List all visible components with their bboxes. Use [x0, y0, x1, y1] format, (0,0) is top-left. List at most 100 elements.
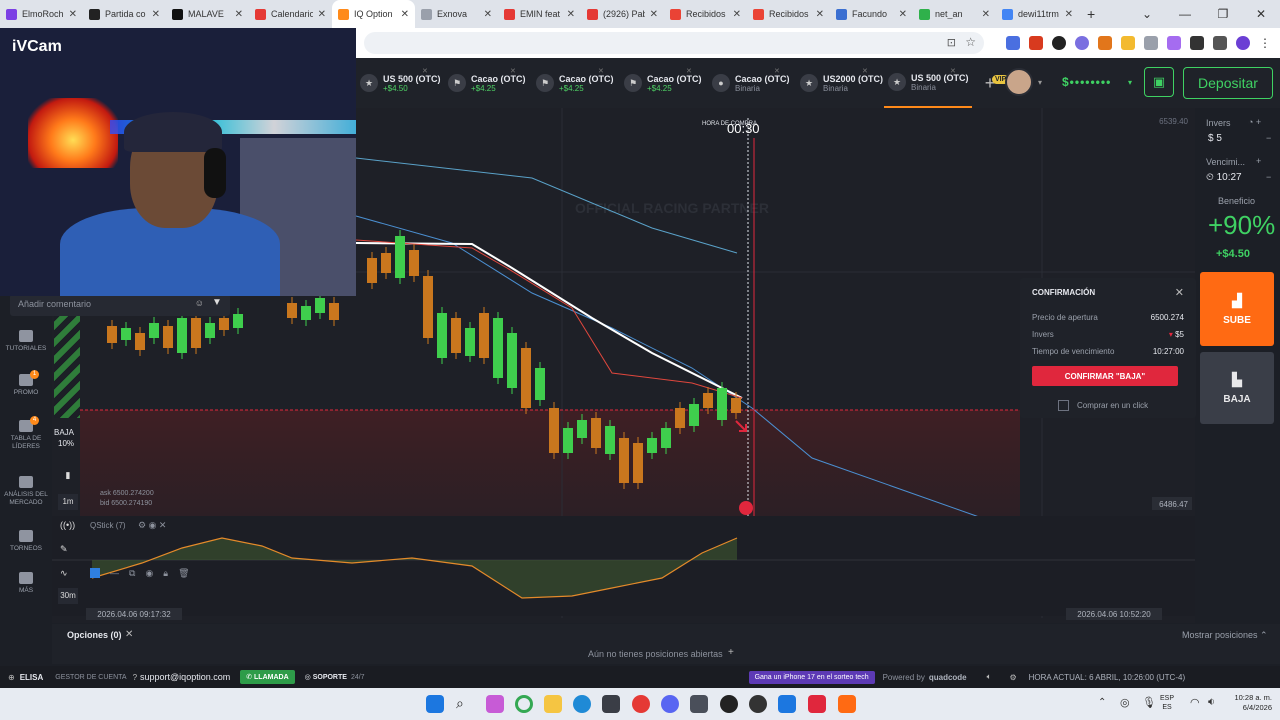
tab-close-icon[interactable]: ✕	[152, 9, 160, 20]
install-app-icon[interactable]: ⊡	[947, 36, 956, 49]
visibility-icon[interactable]: ◉	[145, 568, 153, 579]
microphone-icon[interactable]: 🎙︎	[1142, 696, 1156, 709]
opera-icon[interactable]	[632, 695, 650, 713]
show-positions-button[interactable]: Mostrar posiciones ⌃	[1182, 630, 1268, 641]
lock-icon[interactable]: 🔒︎	[163, 568, 168, 579]
store-icon[interactable]	[602, 695, 620, 713]
browser-tab[interactable]: Partida co ✕	[83, 0, 166, 28]
balance-chevron-down-icon[interactable]: ▾	[1128, 78, 1132, 87]
copilot-icon[interactable]	[486, 695, 504, 713]
tab-close-icon[interactable]: ✕	[816, 9, 824, 20]
asset-tab[interactable]: ★ US 500 (OTC) Binaria ✕	[884, 58, 972, 108]
tray-obs-icon[interactable]: ◎	[1120, 696, 1130, 709]
tab-close-icon[interactable]: ✕	[567, 9, 575, 20]
extension-github-icon[interactable]	[1052, 36, 1066, 50]
promo-banner[interactable]: Gana un iPhone 17 en el sorteo tech	[748, 670, 875, 684]
confirm-put-button[interactable]: CONFIRMAR "BAJA"	[1032, 366, 1178, 386]
indicator-settings-icon[interactable]: ⚙ ◉ ✕	[138, 520, 166, 531]
tab-close-icon[interactable]: ✕	[318, 9, 326, 20]
asset-close-icon[interactable]: ✕	[422, 67, 428, 75]
support-label[interactable]: ◎ SOPORTE	[305, 673, 347, 681]
timeframe-button[interactable]: 1m	[58, 494, 78, 510]
browser-tab[interactable]: dewi11trm ✕	[996, 0, 1079, 28]
wifi-icon[interactable]: ◠	[1190, 696, 1200, 709]
extensions-puzzle-icon[interactable]	[1190, 36, 1204, 50]
globe-icon[interactable]: ⊕	[8, 673, 15, 682]
asset-close-icon[interactable]: ✕	[950, 67, 956, 75]
asset-tab[interactable]: ★ US 500 (OTC) +$4.50 ✕	[356, 58, 444, 108]
browser-tab[interactable]: Recibidos ✕	[664, 0, 747, 28]
cashier-icon[interactable]: ▣	[1144, 67, 1174, 97]
filter-icon[interactable]: ▼	[212, 297, 222, 308]
tray-chevron-up-icon[interactable]: ⌃	[1098, 697, 1106, 708]
discord-icon[interactable]	[661, 695, 679, 713]
language-indicator[interactable]: ESP ES	[1160, 694, 1174, 712]
maximize-button[interactable]: ❐	[1204, 0, 1242, 28]
deposit-button[interactable]: Depositar	[1183, 67, 1273, 99]
copy-icon[interactable]: ⧉	[129, 568, 135, 579]
minimize-button[interactable]: —	[1166, 0, 1204, 28]
support-email[interactable]: support@iqoption.com	[140, 672, 230, 682]
period-button[interactable]: 30m	[58, 588, 78, 604]
new-tab-button[interactable]: +	[1079, 6, 1103, 22]
trash-icon[interactable]: 🗑︎	[178, 568, 189, 579]
indicators-icon[interactable]: ((•))	[60, 520, 75, 530]
tab-close-icon[interactable]: ✕	[733, 9, 741, 20]
add-position-icon[interactable]: +	[728, 647, 734, 658]
invest-decrement[interactable]: −	[1266, 133, 1271, 143]
browser-tab[interactable]: ElmoRoch ✕	[0, 0, 83, 28]
tab-close-icon[interactable]: ✕	[1065, 9, 1073, 20]
close-icon[interactable]: ✕	[1175, 286, 1184, 299]
tab-close-icon[interactable]: ✕	[401, 9, 409, 20]
browser-tab[interactable]: (2926) Pab ✕	[581, 0, 664, 28]
asset-tab[interactable]: ⚑ Cacao (OTC) +$4.25 ✕	[620, 58, 708, 108]
invest-minus-icon[interactable]: ◔ +	[1248, 117, 1261, 127]
tiktok-icon[interactable]	[808, 695, 826, 713]
tab-close-icon[interactable]: ✕	[982, 9, 990, 20]
browser-tab[interactable]: Facundo ✕	[830, 0, 913, 28]
browser-tab[interactable]: IQ Option ✕	[332, 0, 415, 28]
tab-close-icon[interactable]: ✕	[69, 9, 77, 20]
nav-item[interactable]: TUTORIALES	[0, 330, 52, 353]
one-click-checkbox[interactable]	[1058, 400, 1069, 411]
color-swatch-icon[interactable]	[90, 568, 100, 578]
settings-icon[interactable]: ⚙	[1009, 673, 1016, 682]
emoji-icon[interactable]: ☺	[195, 298, 204, 308]
options-tab[interactable]: Opciones (0)	[67, 630, 122, 640]
timer-marker-icon[interactable]	[739, 501, 753, 515]
extension-shield-icon[interactable]	[1144, 36, 1158, 50]
windows-start-icon[interactable]	[426, 695, 444, 713]
ivcam-icon[interactable]	[778, 695, 796, 713]
expiry-decrement[interactable]: −	[1266, 172, 1271, 182]
nav-item[interactable]: TORNEOS	[0, 530, 52, 553]
reading-list-icon[interactable]	[1213, 36, 1227, 50]
edge-icon[interactable]	[573, 695, 591, 713]
nav-item[interactable]: TABLA DE LÍDERES 4	[0, 416, 52, 451]
browser-tab[interactable]: Exnova ✕	[415, 0, 498, 28]
browser-menu-icon[interactable]: ⋮	[1259, 36, 1271, 50]
file-explorer-icon[interactable]	[544, 695, 562, 713]
extension-metamask-icon[interactable]	[1098, 36, 1112, 50]
expiry-value[interactable]: ⏲ 10:27	[1206, 172, 1242, 183]
volume-icon[interactable]: 🔉︎	[1208, 696, 1215, 709]
browser-tab[interactable]: EMIN feat ✕	[498, 0, 581, 28]
comment-input[interactable]: Añadir comentario ☺	[10, 294, 230, 316]
user-avatar[interactable]	[1005, 68, 1033, 96]
browser-tab[interactable]: net_an ✕	[913, 0, 996, 28]
extension-purple-icon[interactable]	[1167, 36, 1181, 50]
system-clock[interactable]: 10:28 a. m. 6/4/2026	[1224, 693, 1272, 713]
asset-tab[interactable]: ★ US2000 (OTC) Binaria ✕	[796, 58, 884, 108]
asset-close-icon[interactable]: ✕	[510, 67, 516, 75]
tab-close-icon[interactable]: ✕	[235, 9, 243, 20]
account-balance[interactable]: $••••••••	[1062, 75, 1111, 89]
chrome-icon[interactable]	[515, 695, 533, 713]
calculator-icon[interactable]	[690, 695, 708, 713]
close-options-icon[interactable]: ✕	[125, 629, 133, 640]
expiry-increment[interactable]: +	[1256, 156, 1261, 166]
invest-value[interactable]: $ 5	[1208, 133, 1222, 144]
chart-type-icon[interactable]: ▮	[58, 470, 78, 486]
github-desktop-icon[interactable]	[749, 695, 767, 713]
tab-search-button[interactable]: ⌄	[1128, 0, 1166, 28]
draw-tool-icon[interactable]: ✎	[60, 544, 68, 555]
line-style-icon[interactable]: —	[110, 568, 119, 579]
